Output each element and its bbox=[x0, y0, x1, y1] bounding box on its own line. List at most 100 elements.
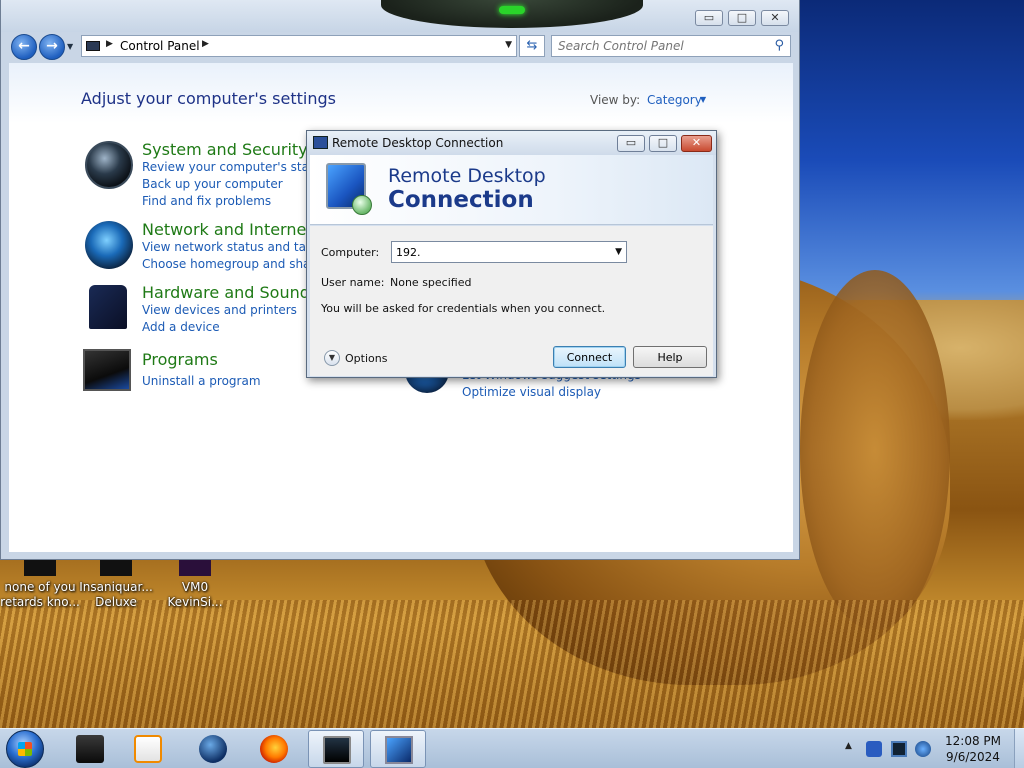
taskbar-item-control-panel[interactable] bbox=[308, 730, 364, 768]
remote-desktop-monitor-icon bbox=[326, 163, 372, 215]
control-panel-icon bbox=[86, 41, 100, 51]
rdc-banner-line1: Remote Desktop bbox=[388, 165, 546, 187]
back-button[interactable]: ← bbox=[11, 34, 37, 60]
control-panel-icon bbox=[323, 736, 351, 764]
app-icon bbox=[76, 735, 104, 763]
monitor-tray-icon[interactable] bbox=[891, 741, 907, 757]
refresh-icon[interactable]: ⇆ bbox=[519, 35, 545, 57]
taskbar-item-media-player[interactable] bbox=[120, 730, 176, 768]
address-dropdown-icon[interactable]: ▼ bbox=[505, 40, 512, 50]
computer-combobox[interactable]: ▼ bbox=[391, 241, 627, 263]
username-value: None specified bbox=[390, 276, 472, 289]
desktop-icon-label: none of you bbox=[4, 580, 76, 594]
breadcrumb-control-panel[interactable]: Control Panel bbox=[120, 39, 200, 53]
chevron-down-icon[interactable]: ▼ bbox=[615, 247, 622, 257]
rdc-titlebar[interactable]: Remote Desktop Connection ▭ □ ✕ bbox=[307, 131, 716, 155]
desktop-icon-label: Deluxe bbox=[95, 595, 137, 609]
desktop-icon-label: Insaniquar... bbox=[79, 580, 153, 594]
link-network-status[interactable]: View network status and tasks bbox=[142, 240, 325, 254]
clock-time[interactable]: 12:08 PM bbox=[936, 734, 1010, 748]
show-hidden-icons-icon[interactable]: ▲ bbox=[845, 741, 852, 751]
category-programs[interactable]: Programs bbox=[142, 350, 218, 369]
link-homegroup[interactable]: Choose homegroup and sharin bbox=[142, 257, 306, 271]
chevron-down-icon[interactable]: ▼ bbox=[700, 95, 706, 104]
link-back-up[interactable]: Back up your computer bbox=[142, 177, 283, 191]
programs-icon[interactable] bbox=[83, 349, 131, 391]
start-button[interactable] bbox=[6, 730, 44, 768]
desktop-icon-label: VM0 bbox=[181, 580, 209, 594]
link-review-status[interactable]: Review your computer's status bbox=[142, 160, 328, 174]
rdc-title: Remote Desktop Connection bbox=[332, 136, 504, 150]
taskbar-item-browser[interactable] bbox=[185, 730, 241, 768]
taskbar-item-firefox[interactable] bbox=[246, 730, 302, 768]
monitor-notch-decoration bbox=[381, 0, 643, 28]
desktop-icon-label: retards kno... bbox=[0, 595, 80, 609]
firefox-icon bbox=[260, 735, 288, 763]
search-input[interactable] bbox=[552, 36, 764, 56]
green-led-icon bbox=[499, 6, 525, 14]
show-desktop-button[interactable] bbox=[1014, 729, 1024, 768]
category-hardware-sound[interactable]: Hardware and Sound bbox=[142, 283, 310, 302]
category-network-internet[interactable]: Network and Internet bbox=[142, 220, 313, 239]
desktop-icon-insaniquarium[interactable]: Insaniquar... Deluxe bbox=[76, 560, 156, 610]
desktop-icon-label: KevinSi... bbox=[167, 595, 223, 609]
options-link[interactable]: Options bbox=[345, 352, 387, 365]
rdc-banner: Remote Desktop Connection bbox=[310, 155, 713, 225]
globe-icon bbox=[199, 735, 227, 763]
rdc-minimize-button[interactable]: ▭ bbox=[617, 135, 645, 152]
rdc-close-button[interactable]: ✕ bbox=[681, 135, 712, 152]
search-icon[interactable]: ⚲ bbox=[774, 38, 784, 53]
username-label: User name: bbox=[321, 276, 385, 289]
rdc-body: Computer: ▼ User name: None specified Yo… bbox=[310, 226, 713, 376]
computer-label: Computer: bbox=[321, 246, 380, 259]
remote-desktop-icon bbox=[313, 136, 328, 149]
desktop-icon-vm0[interactable]: VM0 KevinSi... bbox=[155, 560, 235, 610]
control-panel-titlebar[interactable]: ▭ □ ✕ bbox=[1, 0, 799, 32]
network-internet-icon[interactable] bbox=[85, 221, 133, 269]
media-player-icon bbox=[134, 735, 162, 763]
wallpaper-stubble bbox=[0, 600, 1024, 728]
credentials-note: You will be asked for credentials when y… bbox=[321, 302, 606, 315]
address-bar[interactable]: ▶ Control Panel ▶ ▼ bbox=[81, 35, 517, 57]
link-add-device[interactable]: Add a device bbox=[142, 320, 220, 334]
view-by-dropdown[interactable]: Category bbox=[647, 93, 702, 107]
file-icon bbox=[24, 560, 56, 576]
system-security-icon[interactable] bbox=[85, 141, 133, 189]
network-tray-icon[interactable] bbox=[866, 741, 882, 757]
taskbar-item-remote-desktop[interactable] bbox=[370, 730, 426, 768]
connect-button[interactable]: Connect bbox=[553, 346, 626, 368]
search-box[interactable]: ⚲ bbox=[551, 35, 791, 57]
volume-tray-icon[interactable] bbox=[915, 741, 931, 757]
page-title: Adjust your computer's settings bbox=[81, 89, 336, 108]
recent-pages-chevron-icon[interactable]: ▼ bbox=[67, 42, 73, 51]
clock-date[interactable]: 9/6/2024 bbox=[936, 750, 1010, 764]
computer-input[interactable] bbox=[392, 242, 604, 262]
breadcrumb-arrow-icon[interactable]: ▶ bbox=[202, 39, 209, 49]
link-uninstall[interactable]: Uninstall a program bbox=[142, 374, 261, 388]
close-button[interactable]: ✕ bbox=[761, 10, 789, 26]
view-by-label: View by: bbox=[590, 93, 641, 107]
rdc-banner-line2: Connection bbox=[388, 187, 534, 213]
link-find-fix[interactable]: Find and fix problems bbox=[142, 194, 271, 208]
wallpaper-hay-bale-face bbox=[800, 270, 950, 630]
remote-desktop-icon bbox=[385, 736, 413, 764]
windows-logo-icon bbox=[18, 742, 32, 756]
category-system-security[interactable]: System and Security bbox=[142, 140, 308, 159]
taskbar-item-app[interactable] bbox=[62, 730, 118, 768]
game-icon bbox=[100, 560, 132, 576]
desktop-icon-none-of-you[interactable]: none of you retards kno... bbox=[0, 560, 80, 610]
link-optimize-display[interactable]: Optimize visual display bbox=[462, 385, 601, 399]
vm-icon bbox=[179, 560, 211, 576]
connection-arrows-icon bbox=[352, 195, 372, 215]
hardware-sound-icon[interactable] bbox=[89, 285, 127, 329]
link-devices-printers[interactable]: View devices and printers bbox=[142, 303, 297, 317]
remote-desktop-dialog: Remote Desktop Connection ▭ □ ✕ Remote D… bbox=[306, 130, 717, 378]
help-button[interactable]: Help bbox=[633, 346, 707, 368]
rdc-maximize-button[interactable]: □ bbox=[649, 135, 677, 152]
minimize-button[interactable]: ▭ bbox=[695, 10, 723, 26]
taskbar: ▲ 12:08 PM 9/6/2024 bbox=[0, 728, 1024, 768]
breadcrumb-arrow-icon[interactable]: ▶ bbox=[106, 39, 113, 49]
forward-button[interactable]: → bbox=[39, 34, 65, 60]
options-expand-icon[interactable]: ▼ bbox=[324, 350, 340, 366]
maximize-button[interactable]: □ bbox=[728, 10, 756, 26]
